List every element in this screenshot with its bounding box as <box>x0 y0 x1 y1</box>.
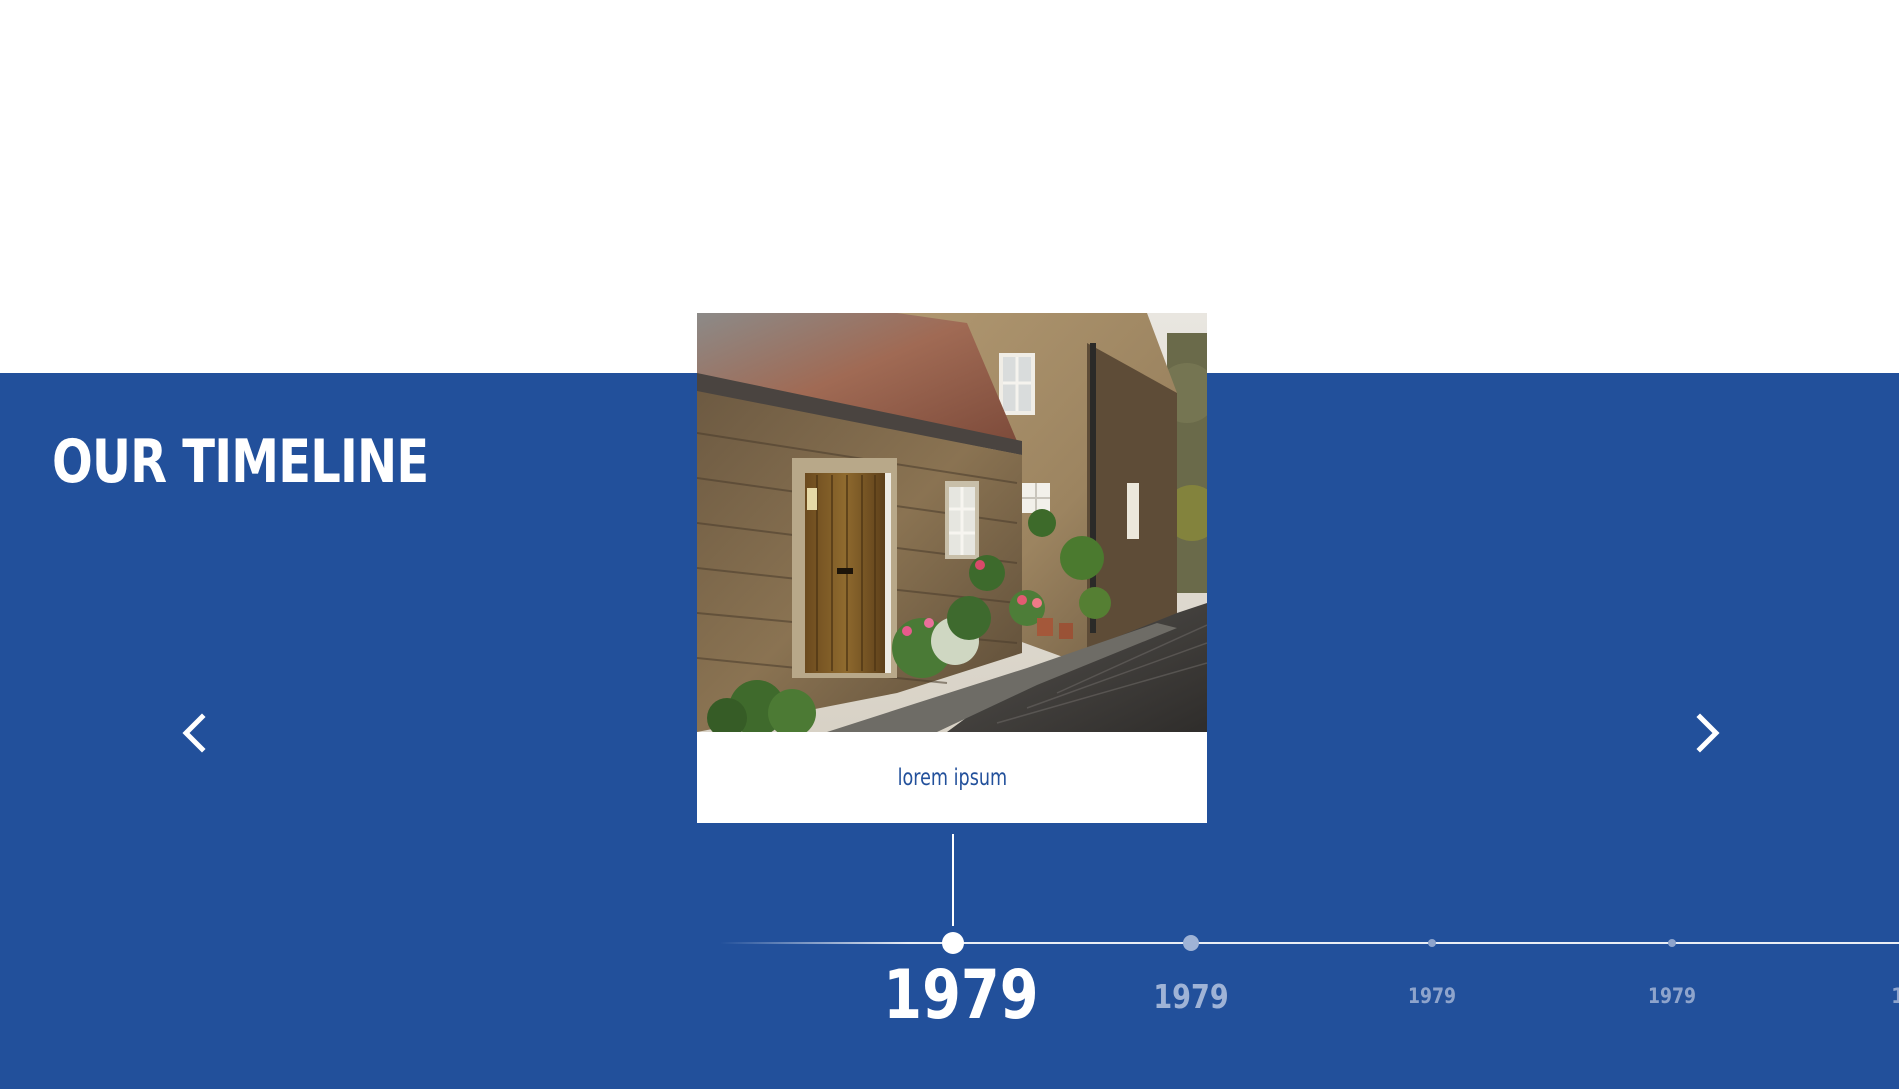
chevron-left-icon <box>182 713 206 753</box>
stone-cottage-photo <box>697 313 1207 732</box>
card-caption: lorem ipsum <box>697 732 1207 823</box>
timeline-year[interactable]: 1979 <box>1142 980 1240 1013</box>
timeline-year[interactable]: 1979 <box>1631 986 1713 1007</box>
cottage-illustration <box>697 313 1207 732</box>
chevron-right-icon <box>1696 713 1720 753</box>
next-arrow-button[interactable] <box>1678 703 1738 763</box>
timeline-year[interactable]: 1979 <box>1391 986 1473 1007</box>
timeline-page: OUR TIMELINE lorem ipsum 1979 1979 1979 … <box>0 0 1899 1089</box>
timeline-dot-active[interactable] <box>942 932 964 954</box>
section-title: OUR TIMELINE <box>52 427 429 497</box>
prev-arrow-button[interactable] <box>164 703 224 763</box>
timeline-dot[interactable] <box>1428 939 1436 947</box>
timeline-axis <box>720 942 1899 944</box>
timeline-year-active[interactable]: 1979 <box>883 962 1038 1030</box>
timeline-year-clipped[interactable]: 1 <box>1891 986 1899 1007</box>
timeline-dot[interactable] <box>1668 939 1676 947</box>
card-caption-text: lorem ipsum <box>897 764 1007 791</box>
active-year-connector <box>952 834 954 926</box>
timeline-card[interactable]: lorem ipsum <box>697 313 1207 823</box>
timeline-dot[interactable] <box>1183 935 1199 951</box>
